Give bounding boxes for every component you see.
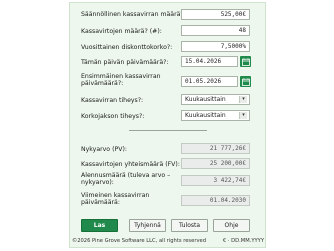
section-divider [129,130,207,131]
calculate-button[interactable]: Las [81,219,118,232]
calendar-icon [241,77,250,86]
discount-amount-output: 3 422,74€ [181,175,250,186]
calendar-icon [241,57,250,66]
format-indicator: € · DD.MM.YYYY [222,238,264,244]
footer: ©2026 Pine Grove Software LLC, all right… [72,238,264,244]
discount-amount-label: Alennusmäärä (tuleva arvo – nykyarvo): [81,172,171,187]
current-date-calendar-button[interactable] [240,56,251,67]
frequency-label: Kassavirran tiheys?: [81,97,144,104]
last-date-label: Viimeinen kassavirran päivämäärä: [81,192,150,207]
payment-count-label: Kassavirtojen määrä? (#): [81,28,162,35]
print-button[interactable]: Tulosta [171,219,208,232]
future-value-output: 25 200,00€ [181,158,250,169]
clear-button[interactable]: Tyhjennä [129,219,166,232]
periodic-payment-input[interactable]: 525,00€ [181,9,250,20]
future-value-label: Kassavirtojen yhteismäärä (FV): [81,161,180,168]
compounding-value: Kuukausittain [185,112,226,119]
frequency-value: Kuukausittain [185,96,226,103]
discount-rate-input[interactable]: 7,5000% [181,41,250,52]
current-date-label: Tämän päivän päivämäärä?: [81,59,169,66]
compounding-select[interactable]: Kuukausittain ▾ [181,110,250,121]
discount-rate-label: Vuosittainen diskonttokorko?: [81,44,173,51]
first-date-input[interactable]: 01.05.2026 [181,76,238,87]
compounding-label: Korkojakson tiheys?: [81,113,145,120]
first-date-calendar-button[interactable] [240,76,251,87]
present-value-output: 21 777,26€ [181,143,250,154]
last-date-output: 01.04.2030 [181,195,250,206]
calculator-panel [69,2,266,248]
payment-count-input[interactable]: 48 [181,25,250,36]
chevron-down-icon: ▾ [239,112,247,119]
current-date-input[interactable]: 15.04.2026 [181,56,238,67]
periodic-payment-label: Säännöllinen kassavirran määrä?: [81,11,186,18]
chevron-down-icon: ▾ [239,96,247,103]
help-button[interactable]: Ohje [213,219,250,232]
present-value-label: Nykyarvo (PV): [81,146,127,153]
first-date-label: Ensimmäinen kassavirran päivämäärä?: [81,73,161,88]
copyright-text: ©2026 Pine Grove Software LLC, all right… [72,238,207,244]
frequency-select[interactable]: Kuukausittain ▾ [181,94,250,105]
